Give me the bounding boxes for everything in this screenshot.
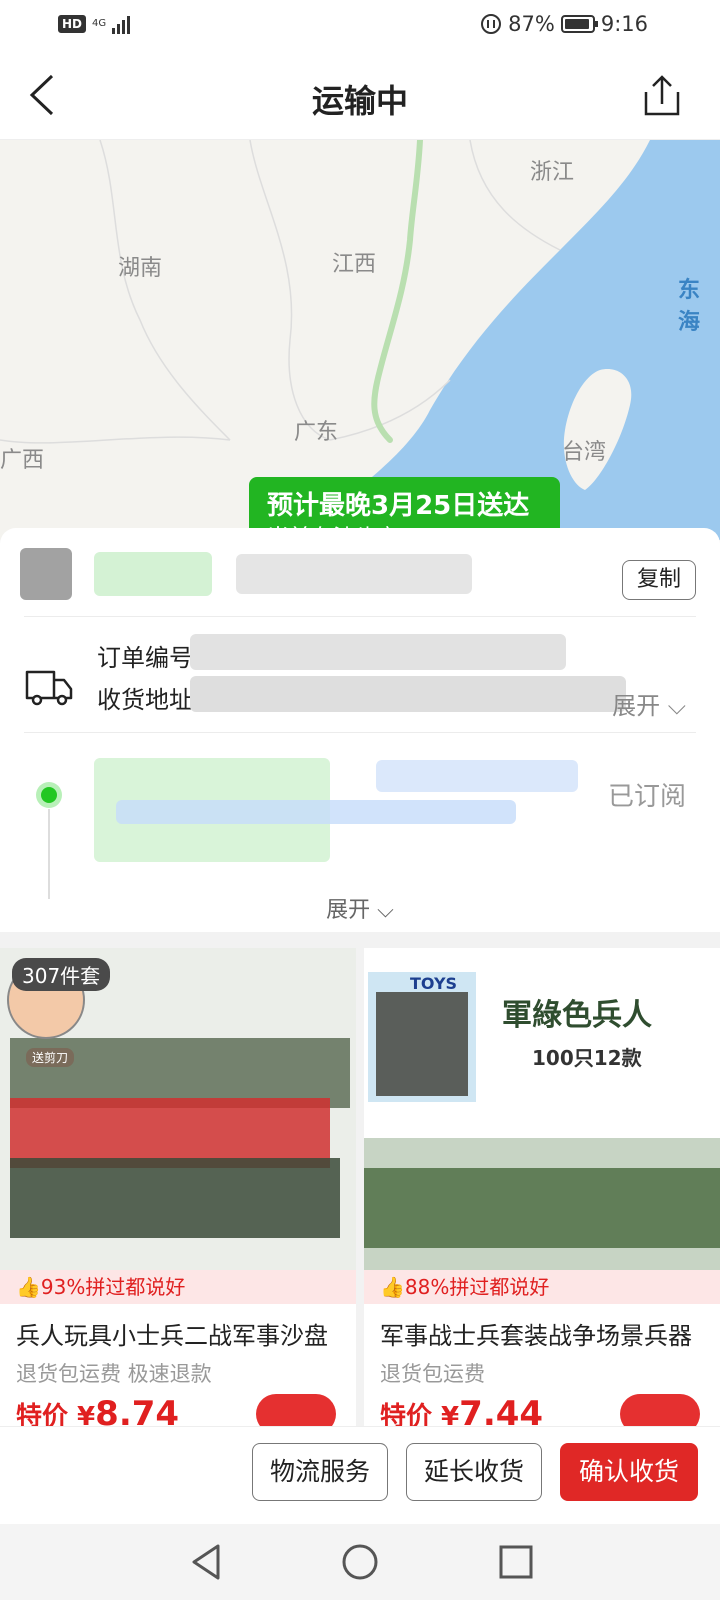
recommended-products: 307件套 送剪刀 👍93%拼过都说好 兵人玩具小士兵二战军事沙盘 退货包运费 … (0, 948, 720, 1426)
map-label-jiangxi: 江西 (332, 252, 377, 277)
track-timeline-line (48, 809, 50, 899)
rating-bar: 👍93%拼过都说好 (0, 1270, 356, 1304)
battery-icon (560, 15, 598, 33)
product-card[interactable]: TOYS 軍綠色兵人 100只12款 👍88%拼过都说好 军事战士兵套装战争场景… (364, 948, 720, 1426)
clock: 9:16 (600, 12, 648, 36)
toys-logo: TOYS (410, 974, 458, 993)
nav-back-icon[interactable] (186, 1540, 230, 1584)
product-price: 特价 ¥7.44 (380, 1394, 543, 1426)
nav-home-icon[interactable] (338, 1540, 382, 1584)
product-badge: 307件套 (12, 958, 111, 991)
product-tags: 退货包运费 (380, 1362, 485, 1386)
product-title: 兵人玩具小士兵二战军事沙盘 (16, 1322, 328, 1350)
redacted-order-number (190, 634, 566, 670)
eta-title: 预计最晚3月25日送达 (267, 491, 530, 521)
redacted-track-status (376, 760, 578, 792)
price-value: 8.74 (95, 1394, 180, 1426)
track-expand[interactable]: 展开 ⌵ (0, 892, 720, 924)
map-label-donghai: 东海 (678, 278, 701, 335)
subscribed-status[interactable]: 已订阅 (608, 776, 686, 813)
product-image: 307件套 送剪刀 (0, 948, 356, 1270)
system-nav-bar (0, 1524, 720, 1600)
thumb-up-icon: 👍 (16, 1275, 41, 1299)
price-value: 7.44 (459, 1394, 544, 1426)
delivery-truck-icon (25, 670, 73, 706)
address-label: 收货地址 (97, 686, 193, 714)
logistics-map[interactable]: 浙江 湖南 江西 广西 广东 台湾 香港 东海 预计最晚3月25日送达 当前在汕… (0, 140, 720, 540)
redacted-address (190, 676, 626, 712)
redacted-text (236, 554, 472, 594)
extend-receipt-button[interactable]: 延长收货 (406, 1443, 542, 1501)
product-price: 特价 ¥8.74 (16, 1394, 179, 1426)
data-saver-icon (481, 14, 502, 34)
product-image: TOYS 軍綠色兵人 100只12款 (364, 948, 720, 1270)
chevron-down-icon: ⌵ (667, 692, 686, 720)
address-expand[interactable]: 展开 ⌵ (612, 686, 686, 721)
order-info-card: 复制 订单编号 收货地址 展开 ⌵ 已订阅 展开 ⌵ (0, 528, 720, 932)
gift-tag: 送剪刀 (26, 1048, 75, 1067)
nav-header: 运输中 (0, 52, 720, 140)
track-expand-label: 展开 (326, 898, 371, 923)
rating-text: 88%拼过都说好 (404, 1275, 550, 1299)
confirm-receipt-button[interactable]: 确认收货 (560, 1443, 698, 1501)
copy-button[interactable]: 复制 (622, 560, 696, 600)
chevron-down-icon: ⌵ (377, 898, 394, 923)
logistics-service-button[interactable]: 物流服务 (252, 1443, 388, 1501)
signal-icon (112, 14, 131, 34)
product-card[interactable]: 307件套 送剪刀 👍93%拼过都说好 兵人玩具小士兵二战军事沙盘 退货包运费 … (0, 948, 356, 1426)
rating-bar: 👍88%拼过都说好 (364, 1270, 720, 1304)
rating-text: 93%拼过都说好 (40, 1275, 186, 1299)
redacted-text (94, 552, 212, 596)
map-label-zhejiang: 浙江 (530, 160, 575, 185)
price-prefix: 特价 ¥ (16, 1402, 96, 1426)
banner-subtitle: 100只12款 (532, 1046, 642, 1070)
map-label-hunan: 湖南 (118, 256, 163, 281)
map-label-guangdong: 广东 (294, 420, 339, 445)
thumb-up-icon: 👍 (380, 1275, 405, 1299)
address-expand-label: 展开 (612, 692, 661, 720)
banner-title: 軍綠色兵人 (502, 998, 652, 1033)
map-label-guangxi: 广西 (0, 448, 45, 473)
nav-recents-icon[interactable] (494, 1540, 538, 1584)
redacted-track-detail (116, 800, 516, 824)
network-type: 4G (92, 18, 107, 29)
divider (24, 732, 696, 733)
price-prefix: 特价 ¥ (380, 1402, 460, 1426)
toy-soldiers-image (0, 948, 356, 1270)
add-to-cart-button[interactable] (620, 1394, 700, 1426)
battery-percent: 87% (508, 12, 555, 36)
product-tags: 退货包运费 极速退款 (16, 1362, 212, 1386)
track-status-dot (36, 782, 62, 808)
map-label-taiwan: 台湾 (562, 440, 607, 465)
order-number-label: 订单编号 (97, 644, 193, 672)
add-to-cart-button[interactable] (256, 1394, 336, 1426)
page-title: 运输中 (311, 82, 408, 120)
product-title: 军事战士兵套装战争场景兵器 (380, 1322, 692, 1350)
divider (24, 616, 696, 617)
redacted-avatar (20, 548, 72, 600)
hd-indicator: HD (58, 15, 87, 33)
share-icon[interactable] (640, 74, 684, 118)
status-bar: HD 4G 87% 9:16 (0, 0, 720, 52)
bottom-action-bar: 物流服务 延长收货 确认收货 (0, 1426, 720, 1524)
